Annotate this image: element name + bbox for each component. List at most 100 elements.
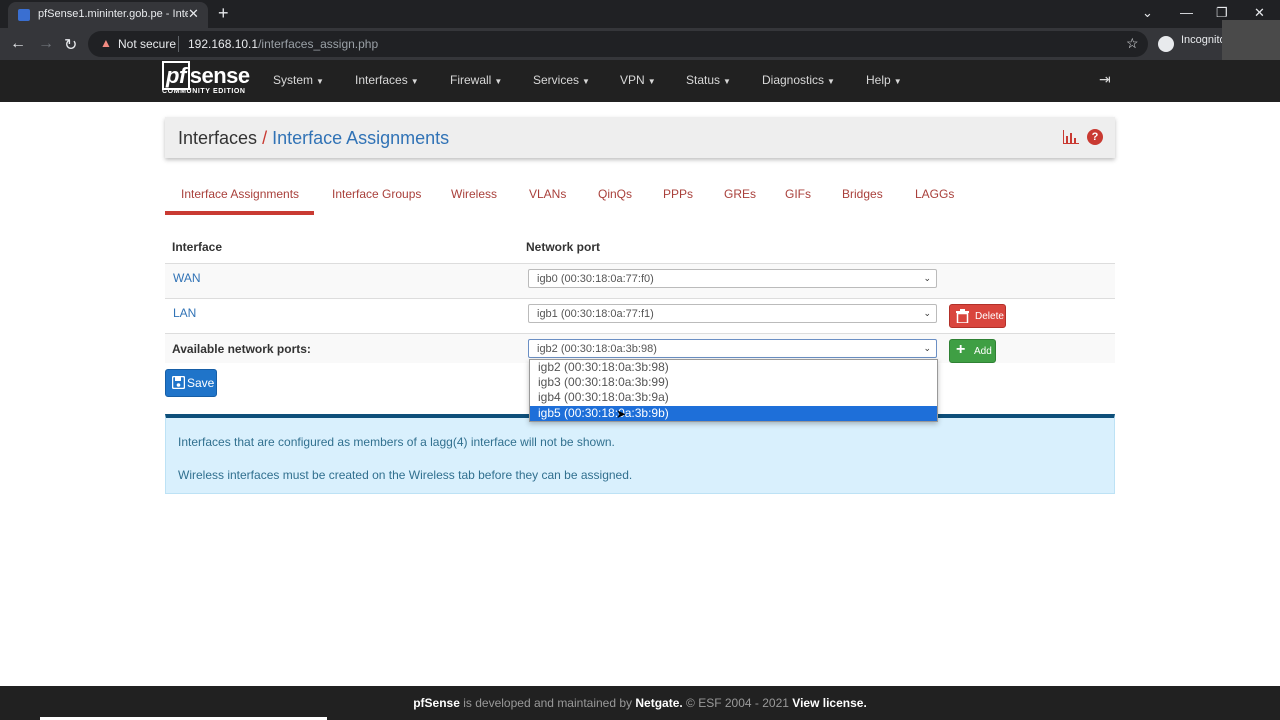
alert-line-lagg: Interfaces that are configured as member… bbox=[178, 435, 615, 449]
delete-label: Delete bbox=[975, 311, 1004, 322]
tab-wireless[interactable]: Wireless bbox=[451, 187, 497, 201]
url-input[interactable]: ▲ Not secure 192.168.10.1/interfaces_ass… bbox=[88, 31, 1148, 57]
close-window-icon[interactable]: ✕ bbox=[1254, 5, 1265, 21]
info-alert: Interfaces that are configured as member… bbox=[165, 414, 1115, 494]
back-icon[interactable]: ← bbox=[10, 35, 26, 53]
caret-down-icon: ▼ bbox=[827, 77, 835, 86]
alert-line-wireless: Wireless interfaces must be created on t… bbox=[178, 468, 633, 482]
logo-wordmark: pf sense bbox=[162, 61, 250, 90]
tab-interface-groups[interactable]: Interface Groups bbox=[332, 187, 421, 201]
chevron-down-icon: ⌄ bbox=[923, 308, 931, 318]
omnibox-divider bbox=[178, 36, 179, 52]
logo-pf: pf bbox=[162, 61, 190, 90]
nav-diagnostics[interactable]: Diagnostics ▼ bbox=[762, 73, 835, 87]
available-port-select[interactable]: igb2 (00:30:18:0a:3b:98) ⌄ bbox=[528, 339, 937, 358]
mouse-cursor-icon: ➤ bbox=[616, 407, 627, 421]
footer-text: pfSense is developed and maintained by N… bbox=[0, 696, 1280, 710]
url-text: 192.168.10.1/interfaces_assign.php bbox=[188, 37, 378, 51]
bar-chart-icon[interactable] bbox=[1063, 130, 1079, 144]
nav-firewall[interactable]: Firewall ▼ bbox=[450, 73, 502, 87]
tab-gres[interactable]: GREs bbox=[724, 187, 756, 201]
maximize-icon[interactable]: ❐ bbox=[1216, 5, 1228, 21]
caret-down-icon: ▼ bbox=[582, 77, 590, 86]
lan-port-value: igb1 (00:30:18:0a:77:f1) bbox=[537, 308, 654, 320]
footer-text-1: is developed and maintained by bbox=[459, 696, 636, 710]
port-dropdown-list: igb2 (00:30:18:0a:3b:98) igb3 (00:30:18:… bbox=[529, 359, 938, 422]
dropdown-option-highlighted[interactable]: igb5 (00:30:18:0a:3b:9b) bbox=[530, 406, 937, 421]
warning-icon: ▲ bbox=[100, 36, 112, 50]
profile-menu-icon[interactable]: ⌄ bbox=[1142, 5, 1153, 21]
delete-button[interactable]: Delete bbox=[949, 304, 1006, 328]
breadcrumb-separator: / bbox=[262, 128, 268, 148]
logo-sense: sense bbox=[189, 63, 250, 88]
logo-subtitle: COMMUNITY EDITION bbox=[162, 88, 246, 95]
breadcrumb-current[interactable]: Interface Assignments bbox=[272, 128, 449, 148]
nav-system-label: System bbox=[273, 73, 314, 87]
caret-down-icon: ▼ bbox=[494, 77, 503, 86]
lan-port-select[interactable]: igb1 (00:30:18:0a:77:f1) ⌄ bbox=[528, 304, 937, 323]
breadcrumb: Interfaces / Interface Assignments ? bbox=[165, 117, 1115, 158]
plus-icon: + bbox=[956, 341, 966, 358]
footer-license-link[interactable]: View license. bbox=[792, 696, 867, 710]
tab-qinqs[interactable]: QinQs bbox=[598, 187, 632, 201]
dropdown-option[interactable]: igb4 (00:30:18:0a:3b:9a) bbox=[530, 390, 937, 405]
nav-interfaces[interactable]: Interfaces ▼ bbox=[355, 73, 419, 87]
nav-services[interactable]: Services ▼ bbox=[533, 73, 590, 87]
dropdown-option[interactable]: igb3 (00:30:18:0a:3b:99) bbox=[530, 375, 937, 390]
trash-icon bbox=[956, 309, 969, 323]
nav-help[interactable]: Help ▼ bbox=[866, 73, 902, 87]
tab-ppps[interactable]: PPPs bbox=[663, 187, 693, 201]
available-port-value: igb2 (00:30:18:0a:3b:98) bbox=[537, 343, 657, 355]
save-button[interactable]: Save bbox=[165, 369, 217, 397]
nav-diagnostics-label: Diagnostics bbox=[762, 73, 825, 87]
nav-vpn-label: VPN bbox=[620, 73, 645, 87]
close-tab-icon[interactable]: ✕ bbox=[188, 6, 199, 22]
breadcrumb-parent: Interfaces bbox=[178, 128, 258, 148]
tab-vlans[interactable]: VLANs bbox=[529, 187, 566, 201]
interface-link-lan[interactable]: LAN bbox=[173, 306, 196, 320]
url-host: 192.168.10.1 bbox=[188, 37, 259, 51]
minimize-icon[interactable]: — bbox=[1180, 5, 1193, 20]
nav-status[interactable]: Status ▼ bbox=[686, 73, 731, 87]
wan-port-value: igb0 (00:30:18:0a:77:f0) bbox=[537, 273, 654, 285]
reload-icon[interactable]: ↻ bbox=[64, 35, 77, 55]
nav-services-label: Services bbox=[533, 73, 580, 87]
page-footer: pfSense is developed and maintained by N… bbox=[0, 686, 1280, 720]
incognito-label[interactable]: Incognito bbox=[1181, 34, 1226, 46]
nav-interfaces-label: Interfaces bbox=[355, 73, 408, 87]
floppy-disk-icon bbox=[172, 376, 185, 389]
forward-icon[interactable]: → bbox=[38, 35, 54, 53]
chevron-down-icon: ⌄ bbox=[923, 343, 931, 353]
help-icon[interactable]: ? bbox=[1087, 129, 1103, 145]
interface-link-wan[interactable]: WAN bbox=[173, 271, 201, 285]
available-ports-label: Available network ports: bbox=[172, 342, 311, 356]
column-header-network-port: Network port bbox=[526, 240, 601, 254]
footer-copyright: © ESF 2004 - 2021 bbox=[682, 696, 793, 710]
dropdown-option[interactable]: igb2 (00:30:18:0a:3b:98) bbox=[530, 360, 937, 375]
nav-status-label: Status bbox=[686, 73, 721, 87]
nav-vpn[interactable]: VPN ▼ bbox=[620, 73, 656, 87]
url-path: /interfaces_assign.php bbox=[258, 37, 379, 51]
footer-brand: pfSense bbox=[413, 696, 460, 710]
footer-company-link[interactable]: Netgate. bbox=[635, 696, 682, 710]
security-label[interactable]: Not secure bbox=[118, 37, 176, 51]
wan-port-select[interactable]: igb0 (00:30:18:0a:77:f0) ⌄ bbox=[528, 269, 937, 288]
browser-tab-bar: pfSense1.mininter.gob.pe - Interfaces ✕ … bbox=[0, 0, 1280, 28]
tab-interface-assignments[interactable]: Interface Assignments bbox=[181, 187, 299, 201]
tab-bridges[interactable]: Bridges bbox=[842, 187, 883, 201]
add-button[interactable]: + Add bbox=[949, 339, 996, 363]
pfsense-logo[interactable]: pf sense COMMUNITY EDITION bbox=[162, 61, 252, 99]
incognito-icon bbox=[1158, 36, 1174, 52]
add-label: Add bbox=[974, 346, 992, 357]
tab-laggs[interactable]: LAGGs bbox=[915, 187, 954, 201]
new-tab-icon[interactable]: + bbox=[218, 3, 229, 24]
tab-gifs[interactable]: GIFs bbox=[785, 187, 811, 201]
browser-tab[interactable]: pfSense1.mininter.gob.pe - Interfaces ✕ bbox=[8, 2, 208, 28]
star-icon[interactable]: ☆ bbox=[1126, 35, 1139, 52]
caret-down-icon: ▼ bbox=[647, 77, 656, 86]
column-header-interface: Interface bbox=[172, 240, 223, 254]
nav-help-label: Help bbox=[866, 73, 891, 87]
nav-system[interactable]: System ▼ bbox=[273, 73, 324, 87]
caret-down-icon: ▼ bbox=[893, 77, 902, 86]
logout-icon[interactable]: ⇥ bbox=[1099, 71, 1111, 88]
